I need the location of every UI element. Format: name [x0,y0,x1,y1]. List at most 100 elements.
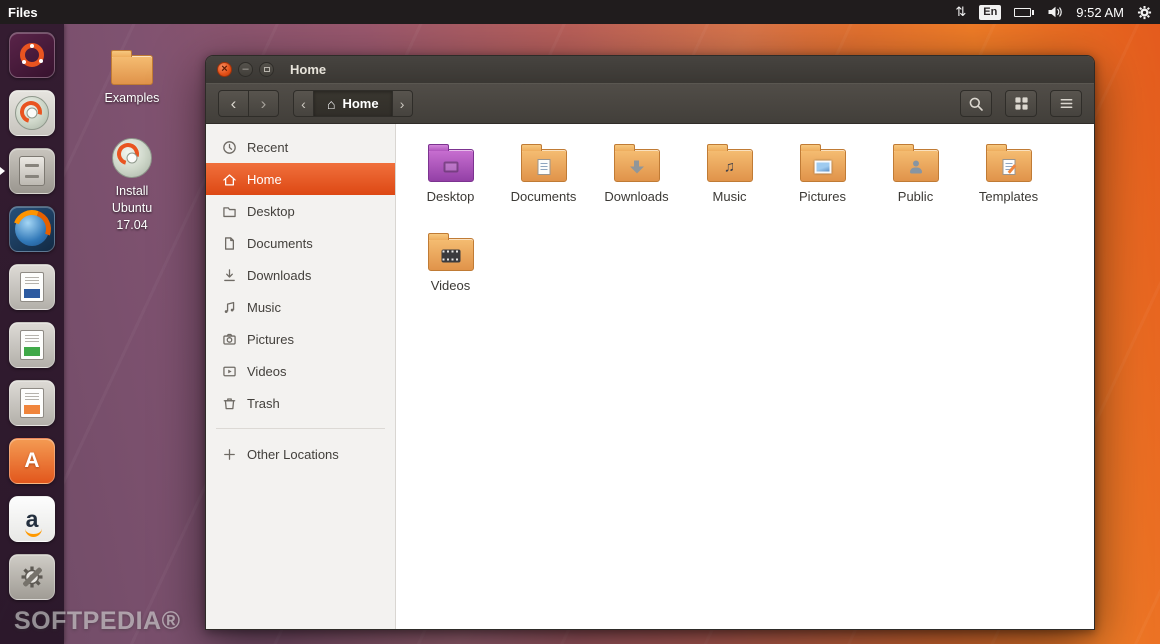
minimize-button[interactable]: – [238,62,253,77]
ubuntu-software-icon: A [9,438,55,484]
top-panel: Files ⇅ En 9:52 AM [0,0,1160,24]
downloads-folder-icon [613,144,660,182]
desktop-icon-examples[interactable]: Examples [100,48,164,107]
desktop-folder-icon [427,144,474,182]
session-gear-icon[interactable] [1137,5,1152,20]
pictures-folder-icon [799,144,846,182]
file-item-music[interactable]: ♫ Music [683,137,776,226]
breadcrumb-label: Home [342,96,379,111]
sidebar-item-documents[interactable]: Documents [206,227,395,259]
launcher-item-ubuntu-software[interactable]: A [0,438,64,484]
sidebar-item-other-locations[interactable]: Other Locations [206,438,395,470]
file-item-videos[interactable]: Videos [404,226,497,315]
file-item-pictures[interactable]: Pictures [776,137,869,226]
chevron-right-icon: › [399,95,405,112]
camera-icon [221,332,237,347]
templates-folder-icon [985,144,1032,182]
window-body: Recent Home Desktop Documents Downloads [206,124,1094,629]
unity-launcher: A a [0,24,64,644]
path-bar: ‹ ⌂ Home › [293,90,413,117]
launcher-item-dash[interactable] [0,32,64,78]
amazon-icon: a [9,496,55,542]
install-ubuntu-icon [9,90,55,136]
home-icon: ⌂ [327,95,336,112]
launcher-item-amazon[interactable]: a [0,496,64,542]
video-icon [221,364,237,379]
download-icon [221,268,237,283]
sidebar-item-home[interactable]: Home [206,163,395,195]
chevron-right-icon: › [260,93,267,113]
maximize-button[interactable] [259,62,274,77]
chevron-left-icon: ‹ [230,93,237,113]
launcher-item-libreoffice-calc[interactable] [0,322,64,368]
titlebar[interactable]: × – Home [206,56,1094,83]
path-scroll-left-button[interactable]: ‹ [293,90,314,117]
close-button[interactable]: × [217,62,232,77]
active-app-name[interactable]: Files [8,5,38,20]
documents-folder-icon [520,144,567,182]
trash-icon [221,396,237,411]
menu-button[interactable] [1050,90,1082,117]
desktop-icon-label: Examples [104,91,160,105]
home-icon [221,172,237,187]
sidebar-item-trash[interactable]: Trash [206,387,395,419]
launcher-item-libreoffice-writer[interactable] [0,264,64,310]
firefox-icon [9,206,55,252]
file-item-downloads[interactable]: Downloads [590,137,683,226]
system-settings-icon [9,554,55,600]
icon-view-button[interactable] [1005,90,1037,117]
file-item-public[interactable]: Public [869,137,962,226]
sidebar-item-downloads[interactable]: Downloads [206,259,395,291]
libreoffice-writer-icon [9,264,55,310]
toolbar: ‹ › ‹ ⌂ Home › [206,83,1094,124]
files-window: × – Home ‹ › ‹ ⌂ Home › Recent Home Desk… [205,55,1095,630]
launcher-item-install-ubuntu[interactable] [0,90,64,136]
desktop-wallpaper: Files ⇅ En 9:52 AM A a Examples Install … [0,0,1160,644]
launcher-item-system-settings[interactable] [0,554,64,600]
files-icon [9,148,55,194]
places-sidebar: Recent Home Desktop Documents Downloads [206,124,396,629]
music-note-icon [221,300,237,315]
sidebar-divider [216,428,385,429]
desktop-icon-label: Install Ubuntu 17.04 [111,184,153,232]
launcher-item-libreoffice-impress[interactable] [0,380,64,426]
file-item-documents[interactable]: Documents [497,137,590,226]
launcher-item-firefox[interactable] [0,206,64,252]
sidebar-item-recent[interactable]: Recent [206,131,395,163]
sidebar-item-music[interactable]: Music [206,291,395,323]
back-button[interactable]: ‹ [218,90,249,117]
breadcrumb-home[interactable]: ⌂ Home [313,90,393,117]
folder-icon [111,50,153,85]
search-button[interactable] [960,90,992,117]
desktop-icon-install-ubuntu[interactable]: Install Ubuntu 17.04 [100,138,164,234]
file-item-templates[interactable]: Templates [962,137,1055,226]
music-folder-icon: ♫ [706,144,753,182]
hamburger-menu-icon [1060,99,1072,108]
battery-icon[interactable] [1014,7,1035,17]
file-grid: Desktop Documents Downloads ♫ Music Pict… [396,124,1094,629]
folder-icon [221,204,237,219]
grid-view-icon [1014,97,1028,110]
sidebar-item-videos[interactable]: Videos [206,355,395,387]
file-item-desktop[interactable]: Desktop [404,137,497,226]
libreoffice-calc-icon [9,322,55,368]
launcher-item-files[interactable] [0,148,64,194]
plus-icon [221,447,237,462]
sidebar-item-desktop[interactable]: Desktop [206,195,395,227]
ubuntu-logo-icon [9,32,55,78]
sidebar-item-pictures[interactable]: Pictures [206,323,395,355]
document-icon [221,236,237,251]
clock[interactable]: 9:52 AM [1076,5,1124,20]
forward-button[interactable]: › [248,90,279,117]
public-folder-icon [892,144,939,182]
window-title: Home [290,62,327,77]
history-nav: ‹ › [218,90,279,117]
toolbar-actions [960,90,1082,117]
volume-icon[interactable] [1047,5,1063,19]
path-scroll-right-button[interactable]: › [391,90,413,117]
videos-folder-icon [427,233,474,271]
indicator-tray: ⇅ En 9:52 AM [955,4,1152,20]
keyboard-indicator[interactable]: En [979,4,1002,20]
libreoffice-impress-icon [9,380,55,426]
network-indicator-icon[interactable]: ⇅ [955,4,966,20]
